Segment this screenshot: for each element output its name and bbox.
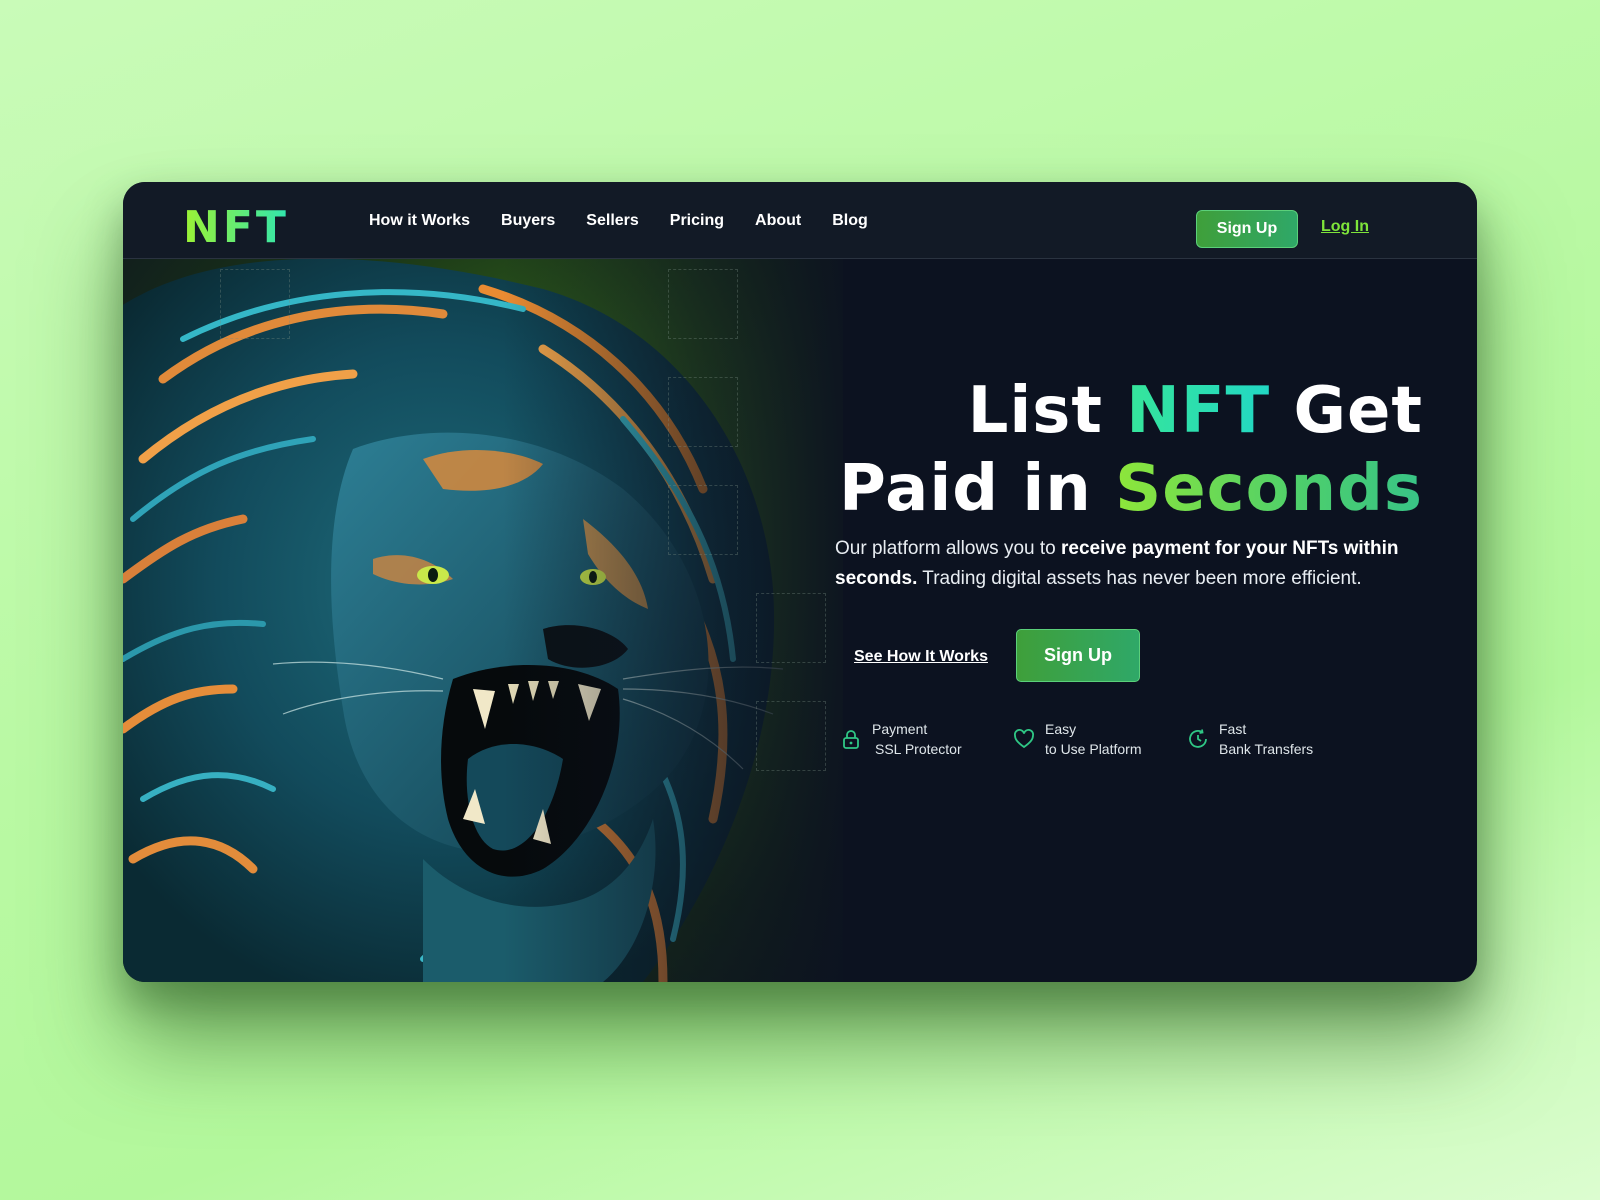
nav-item-how-it-works[interactable]: How it Works [369, 212, 470, 230]
decor-grid-box [668, 485, 738, 555]
headline-word-nft: NFT [1126, 374, 1271, 448]
feature-line1: Easy [1045, 721, 1077, 737]
decor-grid-box [756, 593, 826, 663]
decor-grid-box [668, 269, 738, 339]
headline-word-list: List [967, 374, 1103, 448]
clock-icon [1189, 729, 1207, 748]
nav-item-about[interactable]: About [755, 212, 801, 230]
hero-signup-button[interactable]: Sign Up [1016, 629, 1140, 682]
desc-start: Our platform allows you to [835, 538, 1061, 559]
feature-line1: Payment [872, 721, 928, 737]
decor-grid-box [668, 377, 738, 447]
nav-item-pricing[interactable]: Pricing [670, 212, 724, 230]
feature-line2: to Use Platform [1045, 741, 1142, 757]
landing-card: NFT How it Works Buyers Sellers Pricing … [123, 182, 1477, 982]
feature-line2: SSL Protector [875, 741, 962, 757]
nav-item-blog[interactable]: Blog [832, 212, 868, 230]
header-signup-button[interactable]: Sign Up [1196, 210, 1298, 248]
hero-description: Our platform allows you to receive payme… [835, 534, 1435, 594]
desc-end: Trading digital assets has never been mo… [917, 568, 1362, 589]
main-nav: How it Works Buyers Sellers Pricing Abou… [369, 182, 899, 259]
top-header: NFT How it Works Buyers Sellers Pricing … [123, 182, 1477, 259]
hero-headline: List NFT Get Paid in Seconds [783, 372, 1423, 528]
nav-item-sellers[interactable]: Sellers [586, 212, 638, 230]
feature-fast: Fast Bank Transfers [1187, 719, 1313, 759]
feature-easy: Easy to Use Platform [1013, 719, 1141, 759]
lock-icon [843, 730, 859, 749]
see-how-it-works-link[interactable]: See How It Works [854, 648, 988, 666]
feature-line1: Fast [1219, 721, 1247, 737]
login-link[interactable]: Log In [1321, 218, 1369, 236]
brand-logo[interactable]: NFT [183, 206, 289, 250]
headline-word-seconds: Seconds [1115, 452, 1423, 526]
headline-word-paid-in: Paid in [838, 452, 1092, 526]
nav-item-buyers[interactable]: Buyers [501, 212, 555, 230]
decor-grid-box [756, 701, 826, 771]
feature-payment: Payment SSL Protector [840, 719, 962, 759]
decor-grid-box [220, 269, 290, 339]
headline-word-get: Get [1293, 374, 1423, 448]
feature-line2: Bank Transfers [1219, 741, 1314, 757]
heart-icon [1014, 729, 1034, 749]
